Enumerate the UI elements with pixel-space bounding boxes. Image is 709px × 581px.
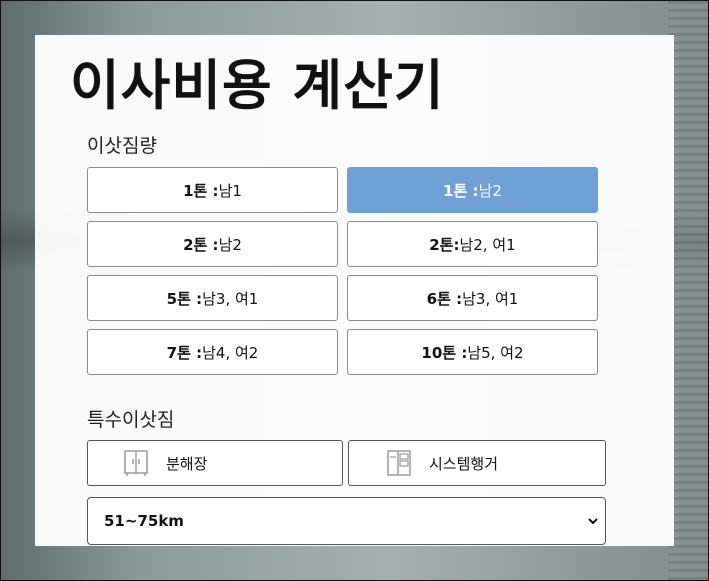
volume-option-1ton-m2[interactable]: 1톤 : 남2 bbox=[347, 167, 598, 213]
option-ton: 2톤: bbox=[429, 235, 460, 254]
option-crew: 남3, 여1 bbox=[202, 289, 259, 308]
volume-option-6ton[interactable]: 6톤 : 남3, 여1 bbox=[347, 275, 598, 321]
system-hanger-icon bbox=[387, 450, 411, 476]
option-crew: 남3, 여1 bbox=[462, 289, 519, 308]
option-crew: 남2 bbox=[218, 235, 242, 254]
option-crew: 남2 bbox=[478, 181, 502, 200]
distance-selected-value: 51~75km bbox=[104, 512, 184, 530]
option-ton: 6톤 : bbox=[426, 289, 463, 308]
chevron-down-icon bbox=[588, 518, 598, 525]
option-ton: 2톤 : bbox=[183, 235, 219, 254]
option-crew: 남4, 여2 bbox=[202, 343, 259, 362]
wardrobe-icon bbox=[124, 450, 148, 476]
volume-option-2ton-m2-f1[interactable]: 2톤: 남2, 여1 bbox=[347, 221, 598, 267]
option-ton: 10톤 : bbox=[421, 343, 468, 362]
page-title: 이사비용 계산기 bbox=[70, 54, 445, 117]
special-section-label: 특수이삿짐 bbox=[87, 409, 175, 431]
option-ton: 5톤 : bbox=[166, 289, 203, 308]
option-ton: 1톤 : bbox=[183, 181, 219, 200]
option-crew: 남2, 여1 bbox=[459, 235, 516, 254]
special-item-system-hanger[interactable]: 시스템행거 bbox=[348, 440, 606, 486]
calculator-panel: 이사비용 계산기 이삿짐량 1톤 : 남1 1톤 : 남2 2톤 : 남2 2톤… bbox=[35, 35, 674, 546]
volume-option-7ton[interactable]: 7톤 : 남4, 여2 bbox=[87, 329, 338, 375]
volume-option-2ton-m2[interactable]: 2톤 : 남2 bbox=[87, 221, 338, 267]
option-ton: 7톤 : bbox=[166, 343, 203, 362]
volume-section-label: 이삿짐량 bbox=[87, 135, 157, 157]
option-crew: 남1 bbox=[218, 181, 242, 200]
option-ton: 1톤 : bbox=[443, 181, 479, 200]
special-item-wardrobe[interactable]: 분해장 bbox=[87, 440, 343, 486]
special-item-label: 분해장 bbox=[166, 454, 208, 473]
special-item-label: 시스템행거 bbox=[429, 454, 499, 473]
volume-option-1ton-m1[interactable]: 1톤 : 남1 bbox=[87, 167, 338, 213]
volume-option-10ton[interactable]: 10톤 : 남5, 여2 bbox=[347, 329, 598, 375]
option-crew: 남5, 여2 bbox=[467, 343, 524, 362]
volume-option-5ton[interactable]: 5톤 : 남3, 여1 bbox=[87, 275, 338, 321]
distance-select[interactable]: 51~75km bbox=[87, 497, 606, 545]
